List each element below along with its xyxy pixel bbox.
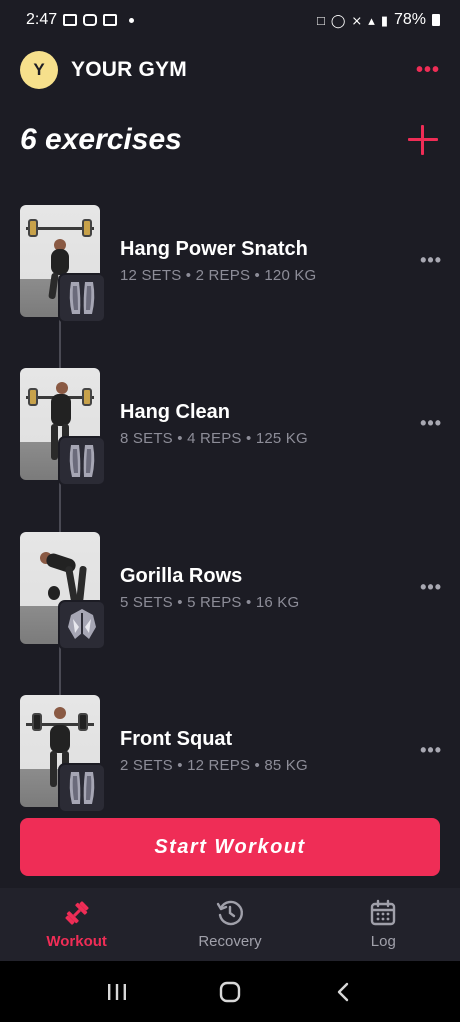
system-navigation-bar <box>0 961 460 1022</box>
exercise-item-gorilla-rows[interactable]: Gorilla Rows 5 SETS • 5 REPS • 16 KG ••• <box>20 530 445 650</box>
wifi-icon: ▴ <box>368 12 375 28</box>
quads-muscle-icon <box>58 435 106 486</box>
header-more-options-button[interactable]: ••• <box>416 59 440 82</box>
quads-muscle-icon <box>58 272 106 323</box>
tab-workout[interactable]: Workout <box>0 888 153 961</box>
battery-percent: 78% <box>393 11 426 28</box>
status-time: 2:47 <box>26 11 58 28</box>
exercise-meta: 5 SETS • 5 REPS • 16 KG <box>120 593 300 611</box>
exercise-name: Hang Power Snatch <box>120 237 308 260</box>
start-workout-button[interactable]: Start Workout <box>20 818 440 876</box>
recovery-clock-icon <box>216 900 243 926</box>
bottom-tab-bar: Workout Recovery Log <box>0 888 460 961</box>
signal-icon: ▮ <box>380 12 388 28</box>
gym-avatar[interactable]: Y <box>20 51 58 89</box>
app-header: Y YOUR GYM ••• <box>20 50 440 90</box>
start-workout-label: Start Workout <box>154 835 306 858</box>
home-icon <box>219 981 241 1002</box>
exercises-title-row: 6 exercises <box>20 118 440 162</box>
exercise-meta: 2 SETS • 12 REPS • 85 KG <box>120 756 308 774</box>
exercise-thumbnail <box>20 367 106 486</box>
mail-notification-icon <box>103 14 118 26</box>
exercise-thumbnail <box>20 204 106 323</box>
exercise-item-hang-clean[interactable]: Hang Clean 8 SETS • 4 REPS • 125 KG ••• <box>20 366 445 486</box>
mute-icon: ⨯ <box>351 12 363 28</box>
back-icon <box>338 982 349 1001</box>
gym-name[interactable]: YOUR GYM <box>71 58 187 82</box>
back-muscle-icon <box>58 599 106 650</box>
recent-apps-button[interactable] <box>97 972 137 1012</box>
quads-muscle-icon <box>58 762 106 813</box>
calendar-icon <box>371 899 396 926</box>
exercise-more-options-button[interactable]: ••• <box>420 740 445 761</box>
tab-recovery[interactable]: Recovery <box>153 888 306 961</box>
exercise-item-hang-power-snatch[interactable]: Hang Power Snatch 12 SETS • 2 REPS • 120… <box>20 203 445 323</box>
exercise-name: Hang Clean <box>120 400 231 423</box>
exercise-thumbnail <box>20 531 106 650</box>
exercise-thumbnail <box>20 694 106 813</box>
exercise-more-options-button[interactable]: ••• <box>420 250 445 271</box>
lock-icon: □ <box>316 12 325 28</box>
recent-apps-icon <box>107 983 126 1000</box>
exercise-more-options-button[interactable]: ••• <box>420 413 445 434</box>
back-button[interactable] <box>323 972 363 1012</box>
tab-log[interactable]: Log <box>307 888 460 961</box>
dumbbell-icon <box>65 901 89 925</box>
tab-log-label: Log <box>370 933 396 950</box>
tab-workout-label: Workout <box>46 933 107 950</box>
instagram-notification-icon <box>83 14 98 26</box>
more-notifications-dot-icon <box>129 17 135 23</box>
tab-recovery-label: Recovery <box>198 933 262 950</box>
status-bar: 2:47 □ ◯ ⨯ ▴ ▮ 78% <box>0 0 460 40</box>
exercise-name: Gorilla Rows <box>120 564 243 587</box>
exercise-meta: 12 SETS • 2 REPS • 120 KG <box>120 266 317 284</box>
exercise-meta: 8 SETS • 4 REPS • 125 KG <box>120 429 308 447</box>
exercise-count-title: 6 exercises <box>20 123 182 156</box>
exercise-more-options-button[interactable]: ••• <box>420 577 445 598</box>
gallery-notification-icon <box>63 14 78 26</box>
home-button[interactable] <box>210 972 250 1012</box>
exercise-item-front-squat[interactable]: Front Squat 2 SETS • 12 REPS • 85 KG ••• <box>20 693 445 813</box>
exercise-name: Front Squat <box>120 727 233 750</box>
alarm-icon: ◯ <box>330 12 346 28</box>
battery-icon <box>432 14 440 26</box>
add-exercise-button[interactable] <box>408 125 438 155</box>
